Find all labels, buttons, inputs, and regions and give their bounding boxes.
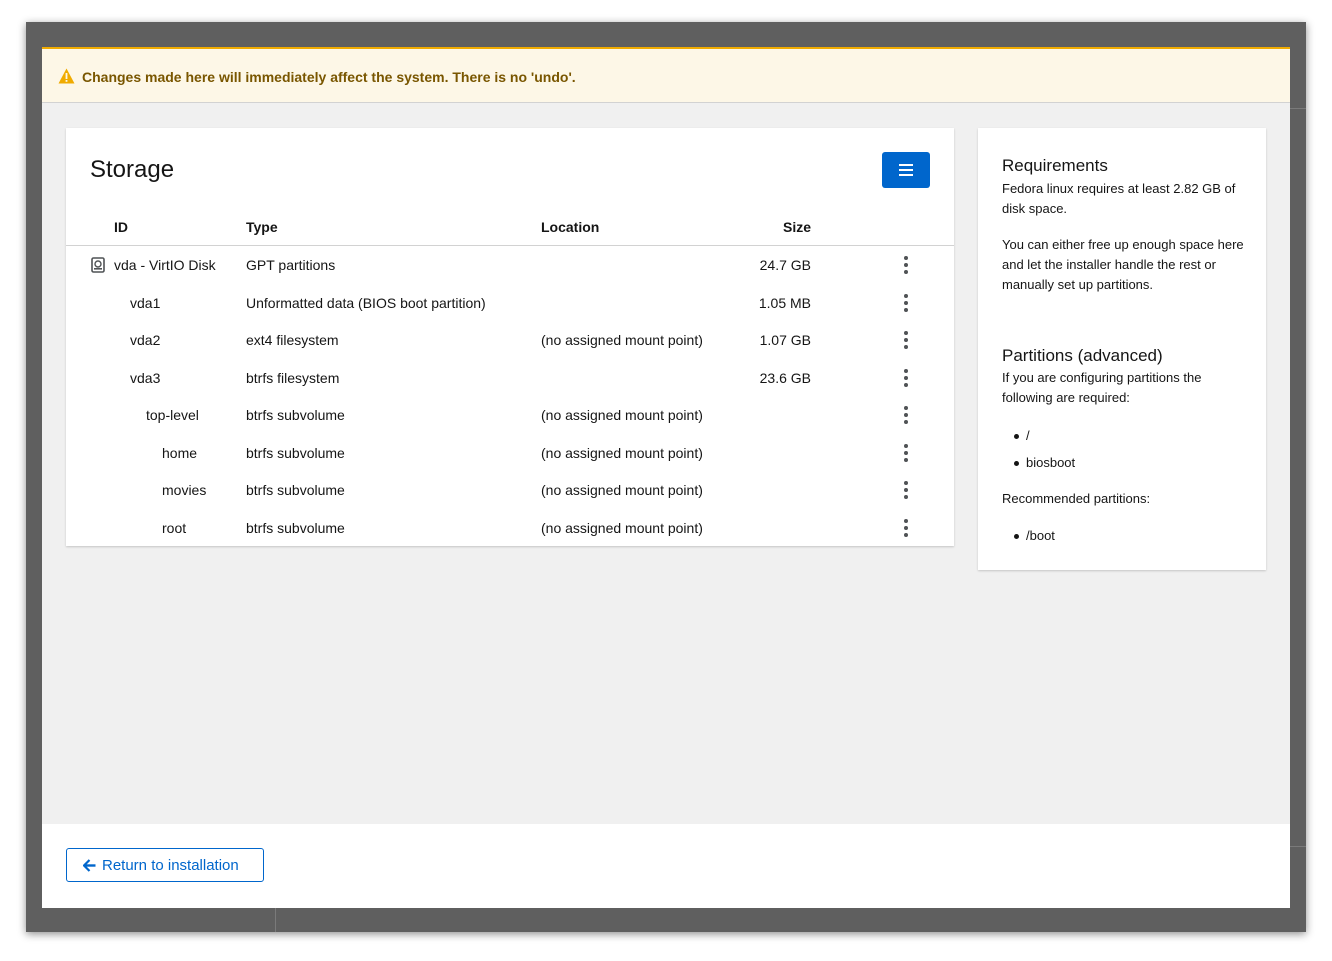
cell-id: vda1 <box>130 295 161 311</box>
recommended-label: Recommended partitions: <box>1002 491 1151 506</box>
cell-size: 24.7 GB <box>759 257 811 273</box>
requirements-heading: Requirements <box>1002 156 1108 175</box>
cell-id: vda - VirtIO Disk <box>114 257 216 273</box>
divider <box>1290 846 1306 847</box>
requirements-text: Fedora linux requires at least 2.82 GB o… <box>1002 181 1236 216</box>
arrow-left-icon <box>83 858 96 872</box>
cell-id: vda3 <box>130 370 161 386</box>
hamburger-menu-icon <box>899 164 913 176</box>
cell-type: ext4 filesystem <box>246 332 339 348</box>
column-header-type[interactable]: Type <box>246 219 278 235</box>
storage-card: Storage ID Type Location Size vda - Virt… <box>66 128 954 546</box>
row-actions-kebab-icon[interactable] <box>902 369 910 387</box>
header-divider <box>66 245 954 246</box>
column-header-size[interactable]: Size <box>783 219 811 235</box>
row-actions-kebab-icon[interactable] <box>902 481 910 499</box>
row-actions-kebab-icon[interactable] <box>902 331 910 349</box>
table-row[interactable]: movies btrfs subvolume (no assigned moun… <box>66 472 954 509</box>
cell-size: 1.05 MB <box>758 295 811 311</box>
cell-location: (no assigned mount point) <box>541 407 703 423</box>
cell-type: btrfs subvolume <box>246 482 345 498</box>
row-actions-kebab-icon[interactable] <box>902 519 910 537</box>
requirements-text-secondary: You can either free up enough space here… <box>1002 237 1244 292</box>
column-header-id[interactable]: ID <box>114 219 128 235</box>
warning-triangle-icon <box>58 68 75 84</box>
table-row[interactable]: vda2 ext4 filesystem (no assigned mount … <box>66 322 954 359</box>
table-row[interactable]: vda3 btrfs filesystem 23.6 GB <box>66 360 954 397</box>
cell-id: home <box>162 445 198 461</box>
row-actions-kebab-icon[interactable] <box>902 444 910 462</box>
return-button-label: Return to installation <box>102 856 239 874</box>
divider <box>1290 108 1306 109</box>
cell-id: top-level <box>146 407 199 423</box>
return-to-installation-button[interactable]: Return to installation <box>66 848 264 882</box>
required-partitions-list: / biosboot <box>1014 426 1075 480</box>
row-actions-kebab-icon[interactable] <box>902 256 910 274</box>
cell-location: (no assigned mount point) <box>541 520 703 536</box>
cell-type: btrfs subvolume <box>246 520 345 536</box>
alert-message: Changes made here will immediately affec… <box>82 69 576 85</box>
cell-type: btrfs filesystem <box>246 370 340 386</box>
cell-type: Unformatted data (BIOS boot partition) <box>246 295 486 311</box>
cell-type: btrfs subvolume <box>246 407 345 423</box>
cell-id: movies <box>162 482 207 498</box>
disk-icon <box>91 257 105 273</box>
column-header-location[interactable]: Location <box>541 219 599 235</box>
warning-alert: Changes made here will immediately affec… <box>42 47 1290 103</box>
cell-id: vda2 <box>130 332 161 348</box>
list-item: / <box>1014 426 1075 453</box>
list-item: /boot <box>1014 526 1055 553</box>
divider <box>275 908 276 932</box>
table-row[interactable]: top-level btrfs subvolume (no assigned m… <box>66 397 954 434</box>
storage-modal: Changes made here will immediately affec… <box>42 47 1290 908</box>
table-row[interactable]: root btrfs subvolume (no assigned mount … <box>66 510 954 547</box>
cell-size: 23.6 GB <box>759 370 811 386</box>
table-row[interactable]: vda1 Unformatted data (BIOS boot partiti… <box>66 285 954 322</box>
table-row[interactable]: home btrfs subvolume (no assigned mount … <box>66 435 954 472</box>
cell-type: btrfs subvolume <box>246 445 345 461</box>
list-item: biosboot <box>1014 453 1075 480</box>
modal-footer: Return to installation <box>42 824 1290 908</box>
cell-size: 1.07 GB <box>759 332 811 348</box>
row-actions-kebab-icon[interactable] <box>902 294 910 312</box>
recommended-partitions-list: /boot <box>1014 526 1055 553</box>
partitions-heading: Partitions (advanced) <box>1002 346 1163 365</box>
cell-location: (no assigned mount point) <box>541 482 703 498</box>
table-row[interactable]: vda - VirtIO Disk GPT partitions 24.7 GB <box>66 247 954 284</box>
cell-id: root <box>162 520 187 536</box>
page-title: Storage <box>90 156 175 183</box>
partitions-text: If you are configuring partitions the fo… <box>1002 370 1202 405</box>
row-actions-kebab-icon[interactable] <box>902 406 910 424</box>
storage-menu-button[interactable] <box>882 152 930 188</box>
cell-location: (no assigned mount point) <box>541 445 703 461</box>
cell-location: (no assigned mount point) <box>541 332 703 348</box>
cell-type: GPT partitions <box>246 257 336 273</box>
requirements-panel: Requirements Fedora linux requires at le… <box>978 128 1266 570</box>
